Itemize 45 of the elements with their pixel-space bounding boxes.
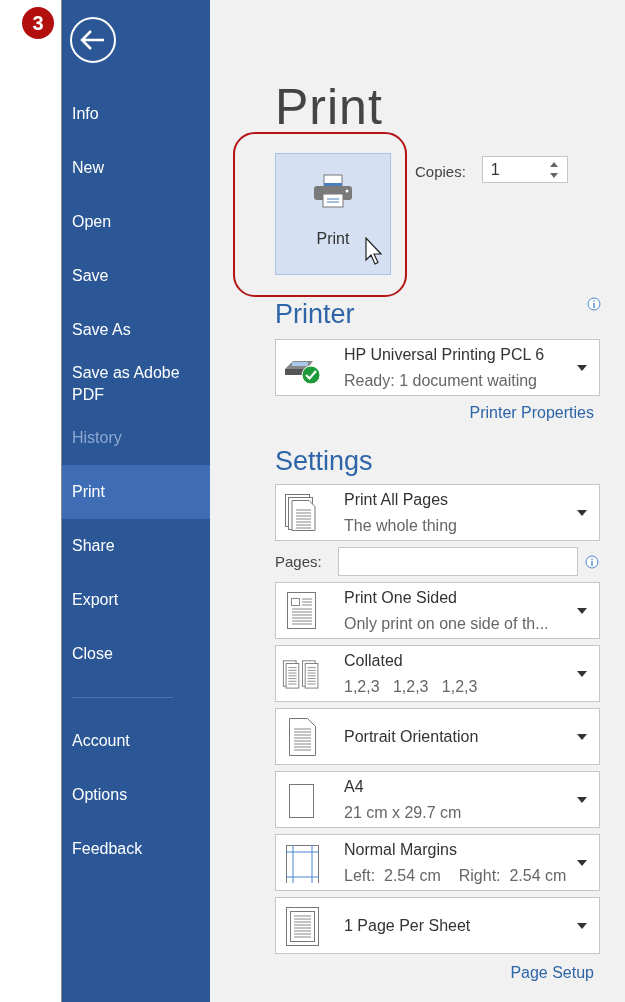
dropdown[interactable]: 1 Page Per Sheet [275, 897, 600, 954]
nav-item[interactable]: New [62, 141, 192, 195]
copies-label: Copies: [415, 163, 466, 180]
caret-icon [577, 922, 587, 929]
caret-icon [577, 670, 587, 677]
nav-item[interactable]: Account [62, 714, 192, 768]
section-heading: Printer [275, 298, 355, 331]
print-button[interactable]: Print [275, 153, 391, 275]
caret-icon [577, 733, 587, 740]
page-setup-link[interactable]: Page Setup [510, 964, 594, 982]
page-title: Print [275, 79, 384, 135]
nav-item[interactable]: Options [62, 768, 192, 822]
info-icon [587, 297, 601, 311]
dropdown[interactable]: A4 21 cm x 29.7 cm [275, 771, 600, 828]
dropdown[interactable]: HP Universal Printing PCL 6 Ready: 1 document waiting [275, 339, 600, 396]
nav-item[interactable]: Print [62, 465, 210, 519]
printer-properties-link[interactable]: Printer Properties [469, 404, 594, 422]
copies-spinner[interactable]: 1 [481, 156, 568, 183]
dropdown[interactable]: Print One Sided Only print on one side of th... [275, 582, 600, 639]
nav-item[interactable]: Export [62, 573, 192, 627]
nav-item[interactable]: Save [62, 249, 192, 303]
pages-field[interactable] [338, 547, 578, 576]
nav-item[interactable]: Open [62, 195, 192, 249]
dropdown[interactable]: Portrait Orientation [275, 708, 600, 765]
caret-icon [577, 509, 587, 516]
caret-icon [577, 364, 587, 371]
dropdown[interactable]: Normal Margins Left: 2.54 cm Right: 2.54 cm [275, 834, 600, 891]
nav-item[interactable]: Info [62, 87, 192, 141]
back-icon[interactable] [69, 16, 117, 64]
pages-label: Pages: [275, 553, 323, 570]
caret-icon [577, 859, 587, 866]
nav-item[interactable]: Save As [62, 303, 192, 357]
dropdown[interactable]: Collated 1,2,3 1,2,3 1,2,3 [275, 645, 600, 702]
caret-icon [577, 607, 587, 614]
step-badge: 3 [22, 7, 54, 39]
section-heading: Settings [275, 445, 374, 478]
caret-icon [577, 796, 587, 803]
dropdown[interactable]: Print All Pages The whole thing [275, 484, 600, 541]
nav-item[interactable]: Feedback [62, 822, 192, 876]
nav-item[interactable]: Close [62, 627, 192, 681]
printer-icon [313, 174, 353, 208]
nav-item[interactable]: Save as Adobe PDF [62, 357, 192, 411]
mouse-cursor-icon [365, 237, 383, 265]
nav-item[interactable]: Share [62, 519, 192, 573]
info-icon [585, 554, 599, 569]
